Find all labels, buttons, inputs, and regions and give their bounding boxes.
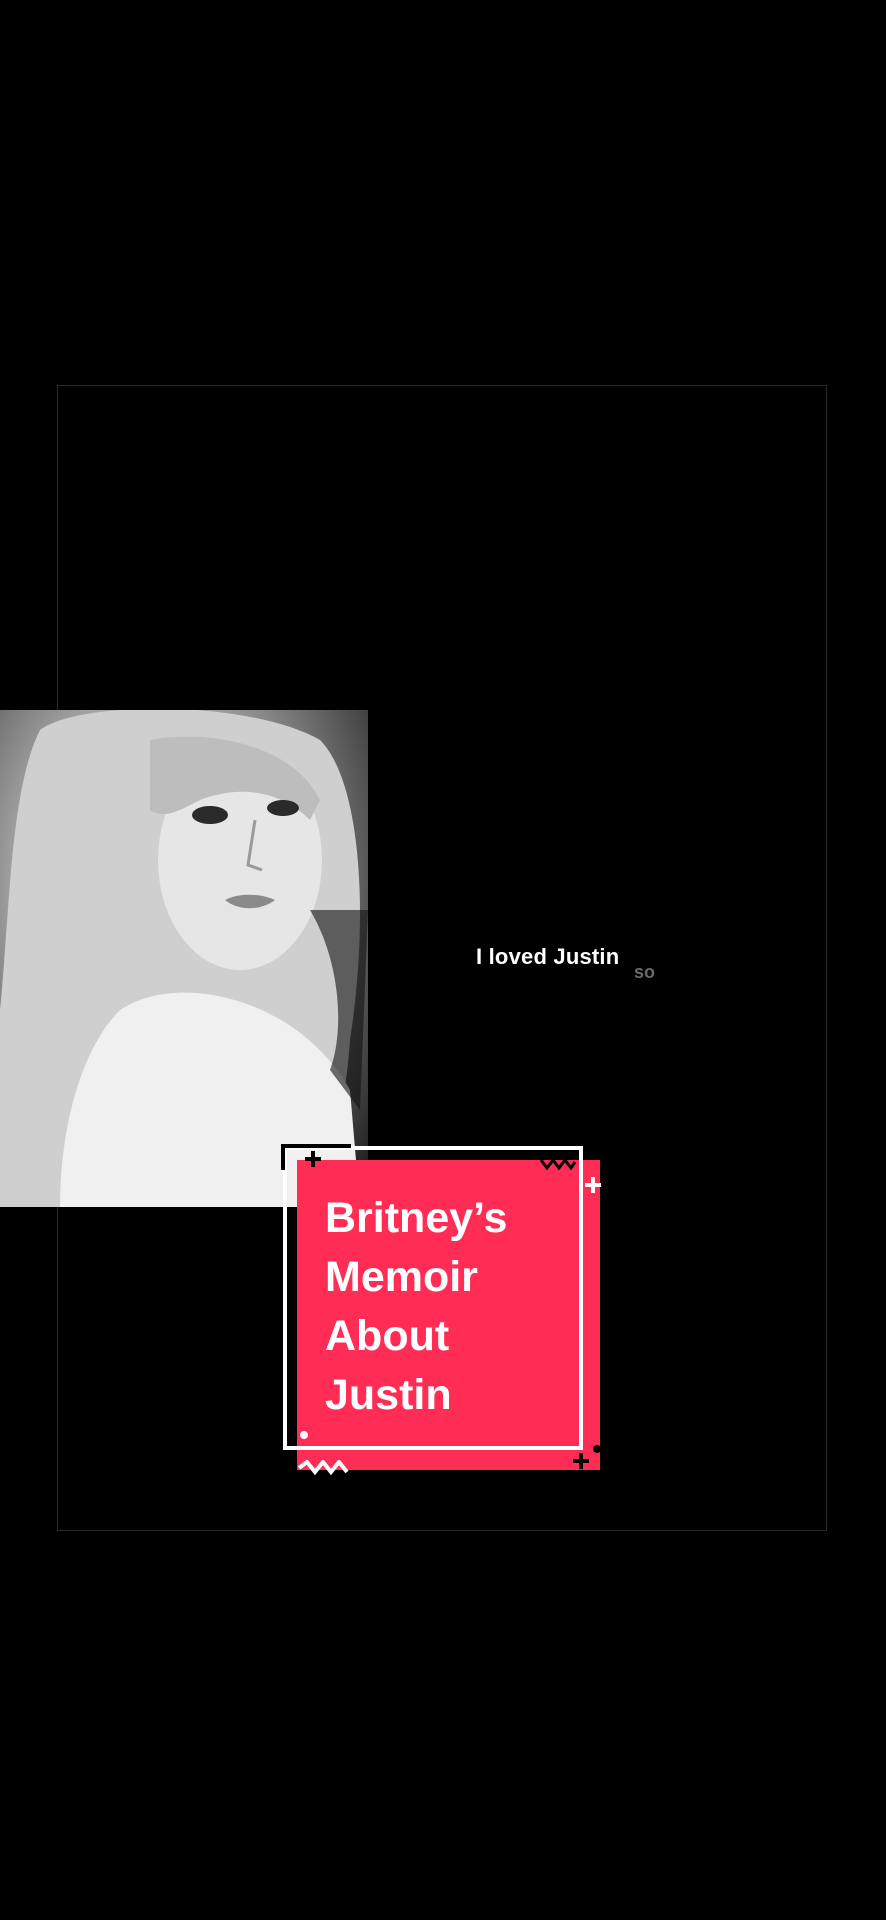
portrait-photo-icon xyxy=(0,710,368,1207)
plus-icon xyxy=(573,1453,589,1469)
dot-icon xyxy=(593,1445,601,1453)
plus-icon xyxy=(585,1177,601,1193)
zigzag-icon xyxy=(298,1460,349,1476)
zigzag-icon xyxy=(540,1158,576,1170)
title-card-text: Britney’s Memoir About Justin xyxy=(325,1194,508,1419)
subtitle-caption: I loved Justin xyxy=(476,944,620,969)
dot-icon xyxy=(300,1431,308,1439)
video-screen[interactable]: I loved Justin so Britney’s Memoir About… xyxy=(0,0,886,1920)
subtitle-next-word: so xyxy=(634,962,656,982)
plus-icon xyxy=(305,1151,321,1167)
portrait-photo xyxy=(0,710,368,1207)
